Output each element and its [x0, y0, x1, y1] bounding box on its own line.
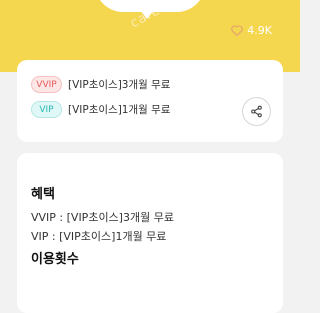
benefit-line-vip: VIP : [VIP초이스]1개월 무료 — [31, 230, 167, 243]
offer-row-vvip: VVIP [VIP초이스]3개월 무료 — [31, 76, 170, 93]
offer-text-vvip: [VIP초이스]3개월 무료 — [68, 79, 171, 91]
benefit-line-vvip: VVIP : [VIP초이스]3개월 무료 — [31, 211, 174, 224]
details-card: 혜택 VVIP : [VIP초이스]3개월 무료 VIP : [VIP초이스]1… — [17, 153, 283, 313]
benefit-heading: 혜택 — [31, 187, 55, 202]
likes-count: 4.9K — [247, 24, 272, 37]
offer-row-vip: VIP [VIP초이스]1개월 무료 — [31, 101, 170, 118]
vvip-badge: VVIP — [31, 76, 62, 93]
offer-text-vip: [VIP초이스]1개월 무료 — [68, 104, 171, 116]
share-icon — [251, 105, 262, 118]
share-button[interactable] — [242, 97, 271, 126]
heart-icon — [231, 25, 244, 36]
vip-badge: VIP — [31, 101, 62, 118]
like-counter[interactable]: 4.9K — [231, 24, 272, 37]
offer-card: VVIP [VIP초이스]3개월 무료 VIP [VIP초이스]1개월 무료 — [17, 60, 283, 142]
usage-heading: 이용횟수 — [31, 252, 79, 267]
